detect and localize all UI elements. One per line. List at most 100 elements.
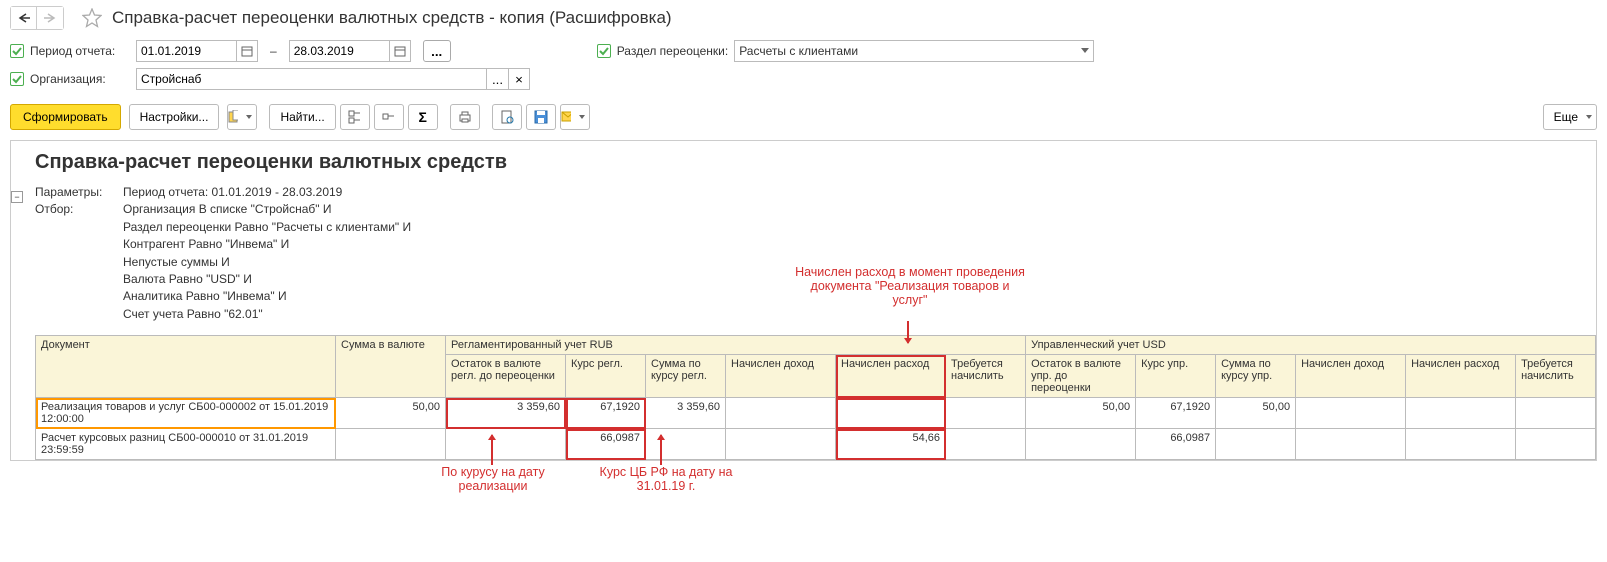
- section-value: Расчеты с клиентами: [739, 44, 858, 58]
- mail-icon: [561, 111, 571, 123]
- find-label: Найти...: [280, 110, 324, 124]
- date-to-input[interactable]: [289, 40, 389, 62]
- chevron-down-icon: [1586, 115, 1592, 119]
- sigma-icon: Σ: [418, 109, 426, 125]
- calendar-icon: [394, 45, 406, 57]
- table-cell: Расчет курсовых разниц СБ00-000010 от 31…: [36, 429, 336, 460]
- org-clear-button[interactable]: ×: [508, 68, 530, 90]
- report-filter-line: Контрагент Равно "Инвема" И: [123, 236, 411, 253]
- th-sum-mgmt: Сумма по курсу упр.: [1216, 355, 1296, 398]
- table-cell: [726, 429, 836, 460]
- table-cell: [1296, 429, 1406, 460]
- variants-button[interactable]: [227, 104, 257, 130]
- table-cell: 66,0987: [566, 429, 646, 460]
- page-title: Справка-расчет переоценки валютных средс…: [112, 8, 672, 28]
- th-sum-reg: Сумма по курсу регл.: [646, 355, 726, 398]
- table-cell: 50,00: [336, 398, 446, 429]
- section-checkbox[interactable]: [597, 44, 611, 58]
- document-view-icon: [500, 110, 514, 124]
- table-cell: 3 359,60: [646, 398, 726, 429]
- nav-group: [10, 6, 64, 30]
- favorite-icon[interactable]: [82, 8, 102, 28]
- annotation-b2: Курс ЦБ РФ на дату на 31.01.19 г.: [581, 465, 751, 493]
- table-cell: [1406, 429, 1516, 460]
- calendar-icon: [241, 45, 253, 57]
- table-cell: [1216, 429, 1296, 460]
- table-cell: [836, 398, 946, 429]
- expand-tree-icon: [348, 110, 362, 124]
- toolbar: Сформировать Настройки... Найти... Σ Еще: [0, 98, 1607, 136]
- period-ellipsis-button[interactable]: ...: [423, 40, 451, 62]
- th-accrue-mgmt: Требуется начислить: [1516, 355, 1596, 398]
- back-button[interactable]: [11, 7, 37, 29]
- org-ellipsis-button[interactable]: ...: [486, 68, 508, 90]
- settings-button[interactable]: Настройки...: [129, 104, 220, 130]
- th-expense-mgmt: Начислен расход: [1406, 355, 1516, 398]
- table-cell: 54,66: [836, 429, 946, 460]
- report-params: Параметры: Период отчета: 01.01.2019 - 2…: [35, 184, 1582, 323]
- check-icon: [12, 74, 22, 84]
- report-param-label: Параметры:: [35, 184, 123, 201]
- collapse-handle[interactable]: −: [11, 191, 23, 203]
- report-filter-line: Счет учета Равно "62.01": [123, 306, 411, 323]
- chevron-down-icon: [1081, 48, 1089, 54]
- more-button[interactable]: Еще: [1543, 104, 1597, 130]
- report-filters: Организация В списке "Стройснаб" ИРаздел…: [123, 201, 411, 323]
- form-button[interactable]: Сформировать: [10, 104, 121, 130]
- th-rate-mgmt: Курс упр.: [1136, 355, 1216, 398]
- table-cell: [1516, 429, 1596, 460]
- th-rate-reg: Курс регл.: [566, 355, 646, 398]
- th-expense-reg: Начислен расход: [836, 355, 946, 398]
- print-icon: [458, 110, 472, 124]
- expand-groups-button[interactable]: [340, 104, 370, 130]
- th-sum-cur: Сумма в валюте: [336, 336, 446, 398]
- check-icon: [12, 46, 22, 56]
- th-doc: Документ: [36, 336, 336, 398]
- table-cell: [946, 429, 1026, 460]
- find-button[interactable]: Найти...: [269, 104, 335, 130]
- table-cell: [726, 398, 836, 429]
- floppy-icon: [534, 110, 548, 124]
- settings-label: Настройки...: [140, 110, 209, 124]
- params-panel: Период отчета: – ... Раздел переоценки: …: [0, 36, 1607, 94]
- report-area: − Справка-расчет переоценки валютных сре…: [10, 140, 1597, 461]
- date-to-picker-button[interactable]: [389, 40, 411, 62]
- date-from-input[interactable]: [136, 40, 236, 62]
- table-cell: 67,1920: [1136, 398, 1216, 429]
- table-cell: Реализация товаров и услуг СБ00-000002 о…: [36, 398, 336, 429]
- table-cell: [336, 429, 446, 460]
- sum-button[interactable]: Σ: [408, 104, 438, 130]
- report-filter-line: Организация В списке "Стройснаб" И: [123, 201, 411, 218]
- forward-button[interactable]: [37, 7, 63, 29]
- table-cell: 50,00: [1026, 398, 1136, 429]
- titlebar: Справка-расчет переоценки валютных средс…: [0, 0, 1607, 36]
- table-cell: [946, 398, 1026, 429]
- date-from-picker-button[interactable]: [236, 40, 258, 62]
- table-cell: [446, 429, 566, 460]
- annotation-b1: По курусу на дату реализации: [413, 465, 573, 493]
- period-label: Период отчета:: [30, 44, 130, 58]
- check-icon: [599, 46, 609, 56]
- save-button[interactable]: [526, 104, 556, 130]
- org-label: Организация:: [30, 72, 130, 86]
- collapse-tree-icon: [382, 110, 396, 124]
- th-reg-group: Регламентированный учет RUB: [446, 336, 1026, 355]
- table-row[interactable]: Расчет курсовых разниц СБ00-000010 от 31…: [36, 429, 1596, 460]
- org-checkbox[interactable]: [10, 72, 24, 86]
- report-param-value: Период отчета: 01.01.2019 - 28.03.2019: [123, 184, 342, 201]
- table-cell: 67,1920: [566, 398, 646, 429]
- table-cell: [1406, 398, 1516, 429]
- collapse-groups-button[interactable]: [374, 104, 404, 130]
- th-bal-reg: Остаток в валюте регл. до переоценки: [446, 355, 566, 398]
- section-select[interactable]: Расчеты с клиентами: [734, 40, 1094, 62]
- register-button[interactable]: [492, 104, 522, 130]
- th-mgmt-group: Управленческий учет USD: [1026, 336, 1596, 355]
- org-input[interactable]: [136, 68, 486, 90]
- table-row[interactable]: Реализация товаров и услуг СБ00-000002 о…: [36, 398, 1596, 429]
- section-label: Раздел переоценки:: [617, 44, 729, 58]
- table-cell: 50,00: [1216, 398, 1296, 429]
- print-button[interactable]: [450, 104, 480, 130]
- send-button[interactable]: [560, 104, 590, 130]
- chevron-down-icon: [579, 115, 585, 119]
- period-checkbox[interactable]: [10, 44, 24, 58]
